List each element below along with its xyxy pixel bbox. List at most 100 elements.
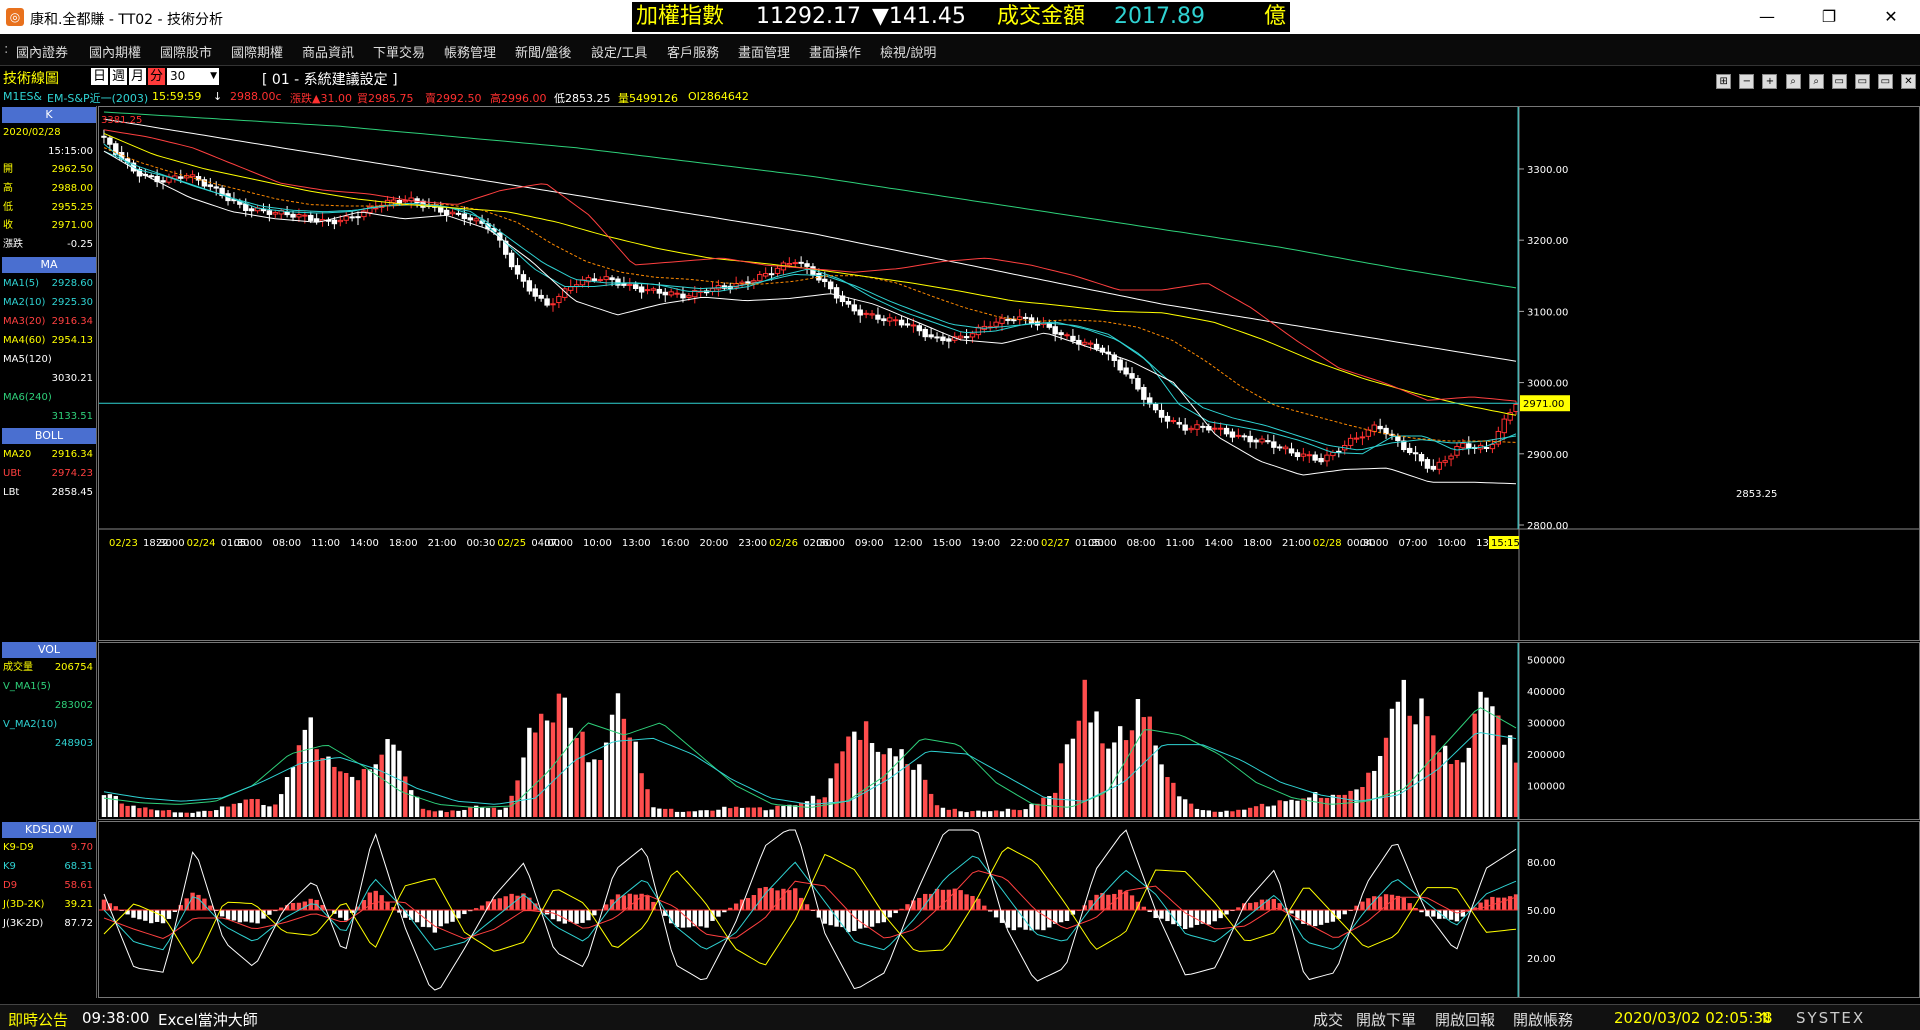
- volume-chart-svg[interactable]: 500000 400000 300000 200000 100000: [99, 643, 1919, 819]
- kd-histogram-bar: [379, 895, 384, 910]
- kd-histogram-bar: [255, 910, 260, 924]
- period-tab-month[interactable]: 月: [129, 68, 146, 85]
- volume-bar: [993, 810, 999, 817]
- volume-bar: [1035, 803, 1040, 817]
- period-tab-week[interactable]: 週: [110, 68, 127, 85]
- kd-histogram-bar: [1312, 910, 1318, 927]
- menu-view-help[interactable]: 檢視/說明: [880, 42, 936, 61]
- price-chart-svg[interactable]: 3300.00 3200.00 3100.00 3000.00 2900.00 2800.…: [99, 107, 1919, 640]
- menu-screen-operation[interactable]: 畫面操作: [809, 42, 861, 61]
- menu-international-futures[interactable]: 國際期權: [231, 42, 283, 61]
- menu-news[interactable]: 新聞/盤後: [515, 42, 571, 61]
- volume-bar: [952, 808, 957, 817]
- volume-bar: [1472, 713, 1477, 817]
- series-line-lbt: [103, 150, 1517, 485]
- quote-row: M1ES& EM-S&P近一(2003) 15:59:59 ↓ 2988.00c…: [0, 87, 1920, 106]
- open-report-button[interactable]: 開啟回報: [1435, 1009, 1495, 1030]
- setting-label[interactable]: [ 01 - 系統建議設定 ]: [262, 69, 398, 89]
- volume-bar: [343, 772, 349, 817]
- period-tab-day[interactable]: 日: [91, 68, 108, 85]
- price-tick-label: 3200.00: [1527, 236, 1568, 247]
- announcement-label[interactable]: 即時公告: [8, 1009, 68, 1030]
- k-header[interactable]: K: [2, 107, 96, 123]
- volume-bar: [1496, 715, 1501, 817]
- series-line-ubt: [103, 129, 1517, 402]
- kd-histogram-bar: [763, 886, 768, 910]
- kd-histogram-bar: [456, 910, 461, 919]
- volume-bar: [1283, 801, 1288, 817]
- menu-product-info[interactable]: 商品資訊: [302, 42, 354, 61]
- maximize-button[interactable]: ❐: [1806, 5, 1852, 29]
- x-tick-label: 21:00: [1282, 538, 1311, 549]
- menu-account-management[interactable]: 帳務管理: [444, 42, 496, 61]
- kd-tick-label: 20.00: [1527, 954, 1556, 965]
- volume-bar: [550, 722, 556, 817]
- menu-settings-tools[interactable]: 設定/工具: [591, 42, 647, 61]
- volume-chart-pane[interactable]: 500000 400000 300000 200000 100000: [98, 642, 1920, 820]
- candle-body: [266, 210, 273, 215]
- menu-international-stocks[interactable]: 國際股市: [160, 42, 212, 61]
- kd-histogram-bar: [1212, 910, 1217, 922]
- candle-body: [1093, 343, 1100, 350]
- kd-histogram-bar: [1224, 910, 1229, 915]
- boll-header[interactable]: BOLL: [2, 428, 96, 444]
- kdslow-chart-pane[interactable]: 80.00 50.00 20.00: [98, 821, 1920, 998]
- candle-body: [1070, 335, 1076, 342]
- menu-domestic-securities[interactable]: 國內證券: [16, 42, 68, 61]
- volume-bar: [314, 749, 319, 817]
- ma4-row: MA4(60) 2954.13: [3, 335, 93, 346]
- candle-body: [1229, 431, 1236, 438]
- kdslow-header[interactable]: KDSLOW: [2, 822, 96, 838]
- close-button[interactable]: ✕: [1868, 5, 1914, 29]
- candle-body: [1135, 377, 1141, 390]
- announcement-message[interactable]: Excel當沖大師: [158, 1009, 258, 1030]
- menu-order-trading[interactable]: 下單交易: [373, 42, 425, 61]
- candle-body: [957, 335, 964, 339]
- candle-body: [107, 137, 113, 145]
- index-value: 11292.17: [756, 4, 861, 29]
- trade-button[interactable]: 成交: [1313, 1009, 1343, 1030]
- candle-body: [1158, 409, 1165, 418]
- kdslow-chart-svg[interactable]: 80.00 50.00 20.00: [99, 822, 1919, 997]
- kd-histogram-bar: [1023, 910, 1028, 930]
- interval-select[interactable]: 30 ▼: [167, 68, 219, 85]
- vol-header[interactable]: VOL: [2, 642, 96, 658]
- kd-histogram-bar: [113, 906, 118, 910]
- candle-body: [827, 281, 834, 290]
- volume-bar: [970, 811, 975, 817]
- boll-ma20-row: MA20 2916.34: [3, 449, 93, 460]
- candle-body: [662, 291, 668, 296]
- open-account-button[interactable]: 開啟帳務: [1513, 1009, 1573, 1030]
- volume-bar: [603, 742, 609, 817]
- menu-screen-management[interactable]: 畫面管理: [738, 42, 790, 61]
- open-order-button[interactable]: 開啟下單: [1356, 1009, 1416, 1030]
- kd-histogram-bar: [426, 910, 432, 928]
- k-row-low: 低 2955.25: [3, 202, 93, 213]
- kd-histogram-bar: [243, 910, 248, 922]
- menu-customer-service[interactable]: 客戶服務: [667, 42, 719, 61]
- kd-histogram-bar: [101, 899, 107, 910]
- candle-body: [1489, 443, 1496, 450]
- volume-bar: [1082, 679, 1087, 817]
- candle-body: [863, 312, 869, 315]
- period-tab-minute[interactable]: 分: [148, 68, 165, 85]
- candle-body: [396, 199, 403, 204]
- ma-header[interactable]: MA: [2, 257, 96, 273]
- candle-body: [910, 324, 917, 327]
- kd-histogram-bar: [1005, 910, 1011, 928]
- x-date-label: 02/27: [1041, 538, 1070, 549]
- candle-body: [1406, 447, 1413, 454]
- volume-bar: [1478, 691, 1483, 817]
- k-time: 15:15:00: [48, 146, 93, 157]
- price-chart-pane[interactable]: 3300.00 3200.00 3100.00 3000.00 2900.00 2800.…: [98, 106, 1920, 641]
- kd-histogram-bar: [1490, 896, 1495, 910]
- volume-bar: [615, 693, 621, 817]
- kd-histogram-bar: [1366, 898, 1371, 910]
- turnover-unit: 億: [1264, 4, 1287, 29]
- volume-bar: [946, 809, 952, 817]
- kd-histogram-bar: [485, 901, 491, 910]
- candle-body: [963, 336, 970, 339]
- minimize-button[interactable]: —: [1744, 5, 1790, 29]
- volume-bar: [751, 807, 757, 817]
- menu-domestic-futures[interactable]: 國內期權: [89, 42, 141, 61]
